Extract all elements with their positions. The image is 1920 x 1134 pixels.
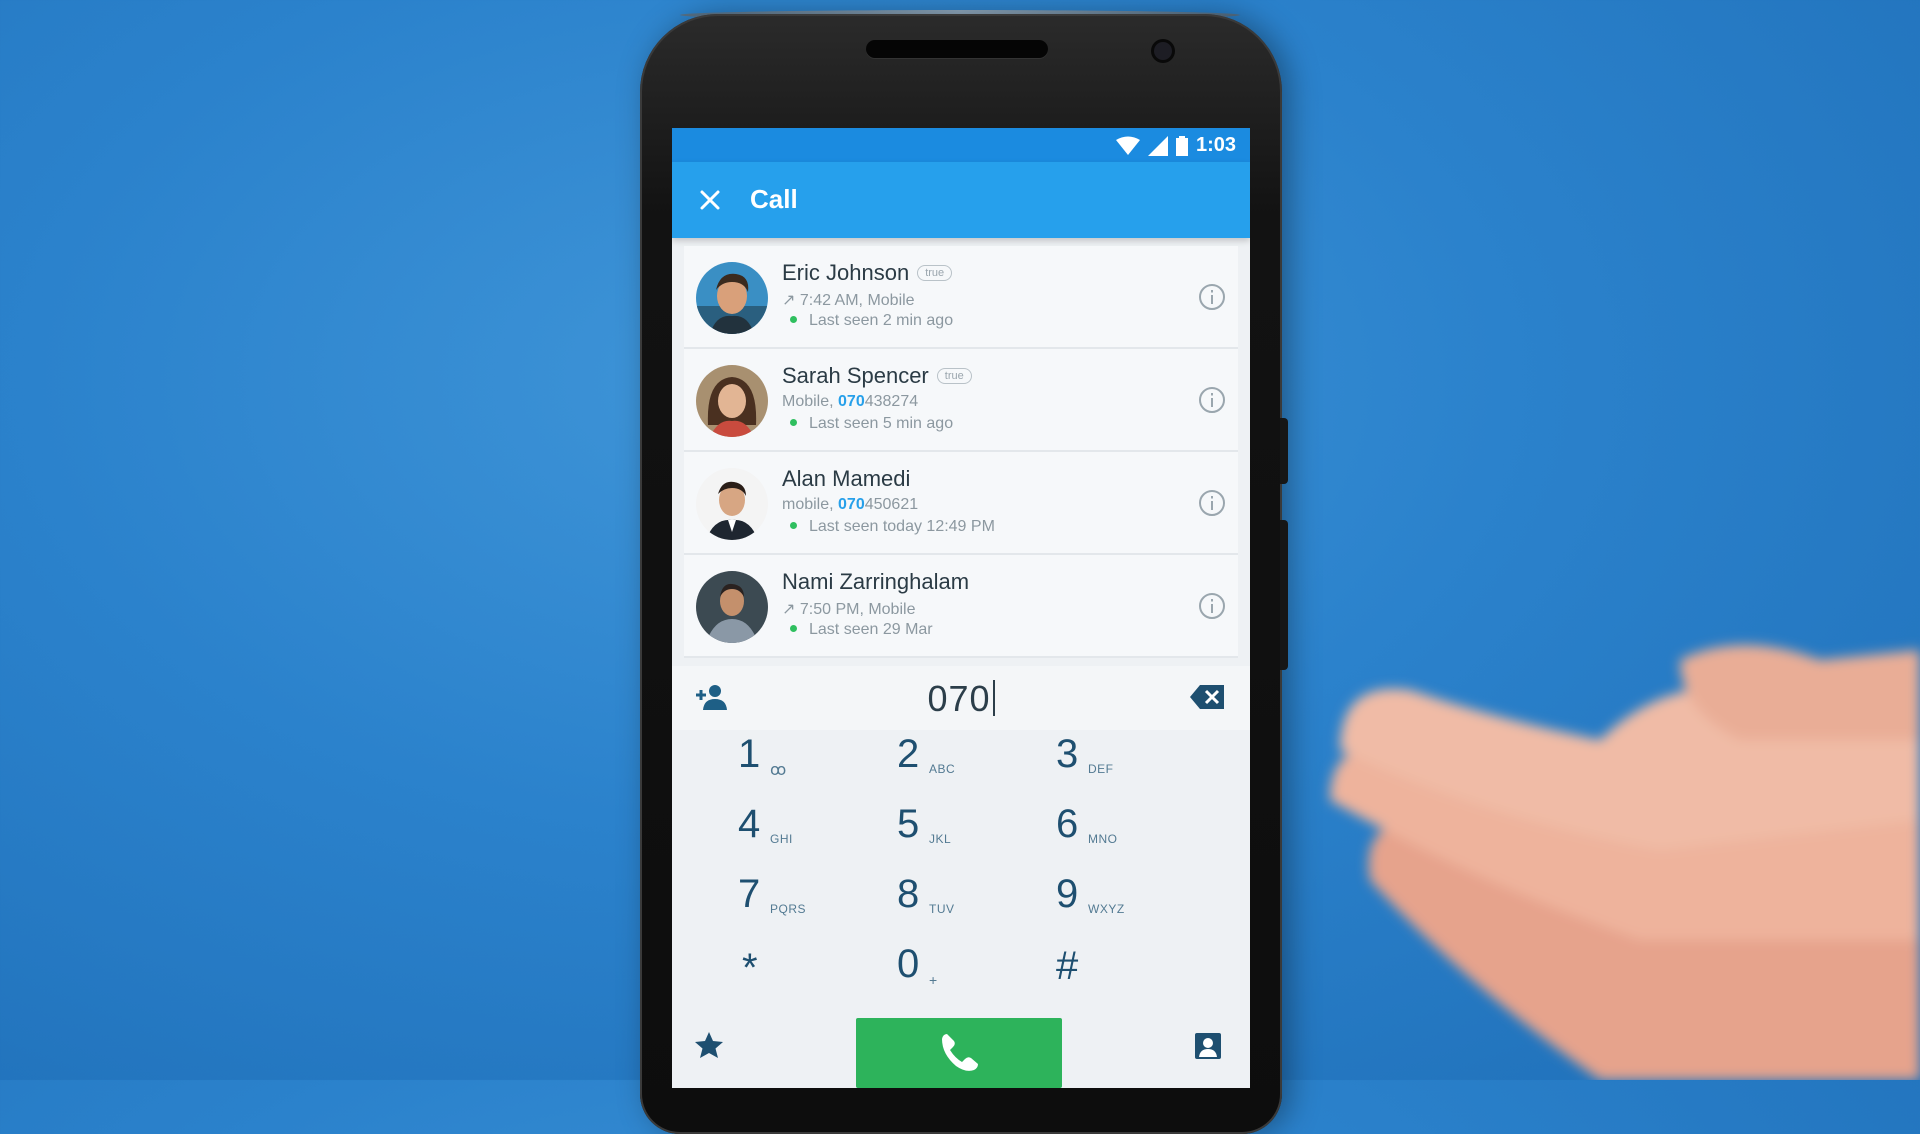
online-status-dot [790,419,797,427]
front-camera [1154,42,1172,60]
avatar [696,571,768,643]
dial-key-9[interactable]: 9 WXYZ [1024,872,1214,940]
avatar [696,262,768,334]
last-seen-text: Last seen 5 min ago [809,415,954,432]
dialed-number-field[interactable]: 070 [672,678,1250,720]
status-bar: 1:03 [672,128,1250,162]
close-icon[interactable] [694,184,726,216]
contact-row-sarah-spencer[interactable]: Sarah Spencer true Mobile, 070438274 Last… [684,349,1238,452]
contact-detail: ↗ 7:50 PM, Mobile [782,601,916,618]
call-button[interactable] [856,1018,1062,1088]
dial-key-3[interactable]: 3 DEF [1024,732,1214,800]
contact-name: Nami Zarringhalam [782,569,970,594]
contact-name: Sarah Spencer [782,363,929,388]
info-icon[interactable] [1198,386,1226,414]
signal-icon [1147,135,1168,156]
wifi-icon [1115,136,1140,155]
power-button [1280,520,1288,670]
online-status-dot [790,522,797,530]
info-icon[interactable] [1198,283,1226,311]
contact-name: Alan Mamedi [782,466,911,491]
online-status-dot [790,316,797,324]
volume-button [1280,418,1288,484]
contact-badge: true [917,265,953,281]
phone-screen: 1:03 Call Eric Johnson true ↗ 7:42 AM, Mo… [672,128,1250,1088]
phone-speaker [866,40,1048,58]
online-status-dot [790,625,797,633]
last-seen-text: Last seen 2 min ago [809,312,954,329]
avatar [696,468,768,540]
dial-key-6[interactable]: 6 MNO [1024,802,1214,870]
status-time: 1:03 [1195,134,1236,156]
text-caret [992,680,995,716]
phone-icon [942,1034,978,1071]
contact-row-alan-mamedi[interactable]: Alan Mamedi mobile, 070450621 Last seen … [684,452,1238,555]
last-seen-text: Last seen 29 Mar [809,621,933,638]
contact-row-eric-johnson[interactable]: Eric Johnson true ↗ 7:42 AM, Mobile Last … [684,246,1238,349]
dial-key-hash[interactable]: # [1024,942,1214,1010]
voicemail-icon: ꝏ [770,762,787,779]
app-bar: Call [672,162,1250,238]
info-icon[interactable] [1198,592,1226,620]
contact-detail: mobile, 070450621 [782,496,919,513]
contacts-icon[interactable] [1194,1032,1222,1060]
backspace-icon[interactable] [1190,684,1226,710]
avatar [696,365,768,437]
page-title: Call [750,184,798,214]
dialer-bottom-row [672,1018,1250,1088]
contact-suggestions-list: Eric Johnson true ↗ 7:42 AM, Mobile Last … [684,246,1238,658]
contact-detail: ↗ 7:42 AM, Mobile [782,292,915,309]
contact-badge: true [936,368,972,384]
battery-icon [1175,135,1188,156]
contact-detail: Mobile, 070438274 [782,393,919,410]
contact-name: Eric Johnson [782,260,910,285]
star-icon[interactable] [694,1030,724,1060]
last-seen-text: Last seen today 12:49 PM [809,518,995,535]
dial-input-row: 070 [672,666,1250,730]
contact-row-nami-zarringhalam[interactable]: Nami Zarringhalam ↗ 7:50 PM, Mobile Last… [684,555,1238,658]
info-icon[interactable] [1198,489,1226,517]
